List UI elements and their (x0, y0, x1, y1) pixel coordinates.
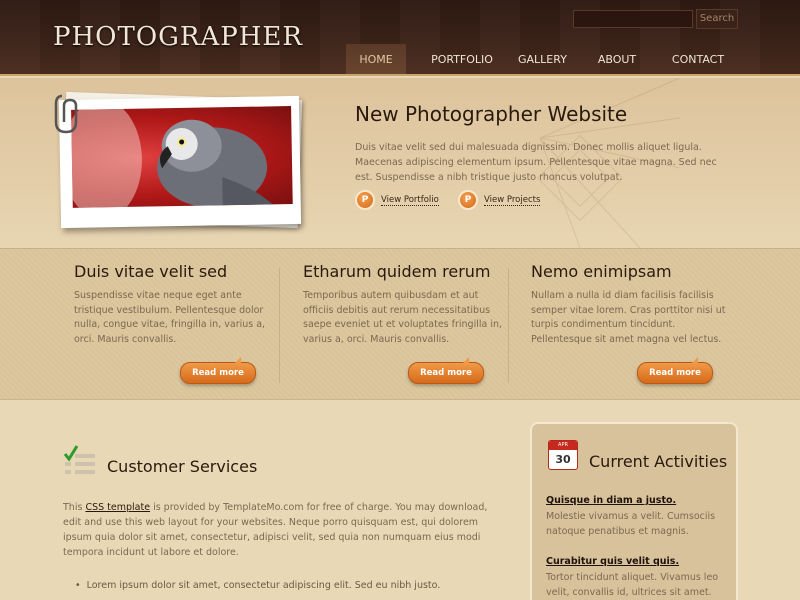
parrot-image (71, 106, 293, 208)
list-item: Lorem ipsum dolor sit amet, consectetur … (75, 580, 441, 591)
nav-contact[interactable]: CONTACT (668, 44, 728, 74)
site-logo[interactable]: PHOTOGRAPHER (53, 22, 303, 52)
hero-photo (58, 95, 302, 229)
feature-2: Etharum quidem rerum Temporibus autem qu… (303, 262, 503, 347)
services-intro-before: This (63, 502, 86, 513)
read-more-button[interactable]: Read more (637, 357, 713, 384)
feature-1: Duis vitae velit sed Suspendisse vitae n… (74, 262, 274, 347)
feature-3: Nemo enimipsam Nullam a nulla id diam fa… (531, 262, 731, 347)
feature-text: Nullam a nulla id diam facilisis facilis… (531, 290, 726, 345)
view-projects-label[interactable]: View Projects (484, 195, 541, 206)
checklist-icon (63, 445, 95, 474)
feature-text: Suspendisse vitae neque eget ante tristi… (74, 290, 266, 345)
calendar-month: APR (549, 441, 577, 450)
calendar-day: 30 (555, 453, 571, 466)
feature-divider (279, 268, 280, 383)
nav-about[interactable]: ABOUT (566, 44, 668, 74)
activity-text: Tortor tincidunt aliquet. Vivamus leo ve… (546, 572, 719, 598)
search-button[interactable]: Search (696, 9, 738, 29)
view-portfolio-link[interactable]: P View Portfolio (355, 190, 439, 210)
hero-text: Duis vitae velit sed dui malesuada digni… (355, 142, 717, 183)
feature-title: Duis vitae velit sed (74, 262, 228, 281)
calendar-icon: APR 30 (548, 440, 578, 470)
services-title: Customer Services (107, 457, 258, 476)
search-input[interactable] (573, 10, 693, 28)
portfolio-bullet-icon: P (355, 190, 375, 210)
nav-portfolio[interactable]: PORTFOLIO (406, 44, 518, 74)
feature-title: Etharum quidem rerum (303, 262, 491, 281)
hero-title: New Photographer Website (355, 102, 628, 126)
read-more-button[interactable]: Read more (408, 357, 484, 384)
view-projects-link[interactable]: P View Projects (458, 190, 541, 210)
activity-text: Molestie vivamus a velit. Cumsociis nato… (546, 511, 716, 537)
feature-text: Temporibus autem quibusdam et aut offici… (303, 290, 503, 345)
css-template-link[interactable]: CSS template (85, 502, 150, 513)
services-text: This CSS template is provided by Templat… (63, 500, 508, 560)
activities-title: Current Activities (589, 452, 728, 471)
nav-home[interactable]: HOME (346, 44, 406, 74)
projects-bullet-icon: P (458, 190, 478, 210)
site-header: PHOTOGRAPHER Search HOME PORTFOLIO GALLE… (0, 0, 800, 76)
feature-title: Nemo enimipsam (531, 262, 672, 281)
nav-gallery[interactable]: GALLERY (518, 44, 567, 74)
paperclip-icon (54, 94, 78, 134)
view-portfolio-label[interactable]: View Portfolio (381, 195, 439, 206)
read-more-button[interactable]: Read more (180, 357, 256, 384)
activity-link[interactable]: Quisque in diam a justo. (546, 495, 676, 506)
feature-divider (508, 268, 509, 383)
main-nav: HOME PORTFOLIO GALLERY ABOUT CONTACT (346, 44, 728, 74)
activity-link[interactable]: Curabitur quis velit quis. (546, 556, 679, 567)
